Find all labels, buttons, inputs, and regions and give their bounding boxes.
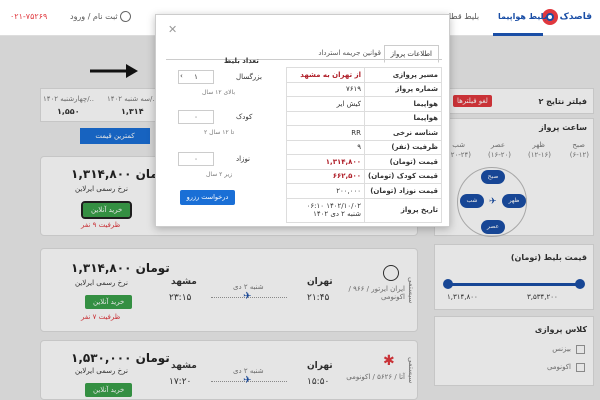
info-value: از تهران به مشهد (286, 67, 365, 83)
flight-info-table: از تهران به مشهد مسیر پروازی ۷۶۱۹ شماره پرو… (286, 67, 442, 223)
info-value: ۹ (286, 139, 365, 155)
info-row: RR شناسه نرخی (286, 125, 442, 141)
tab-refund-rules[interactable]: قوانین جریمه استرداد (318, 49, 381, 57)
info-label: قیمت کودک (تومان) (364, 168, 442, 184)
info-value: ۱,۳۱۴,۸۰۰ (286, 154, 365, 170)
info-label: هواپیما (364, 96, 442, 112)
info-value (286, 110, 365, 126)
info-row: ۹ ظرفیت (نفر) (286, 139, 442, 155)
info-label: شناسه نرخی (364, 125, 442, 141)
ticket-count-title: تعداد بلیط (224, 57, 259, 65)
support-phone: ۰۲۱-۷۵۲۶۹ (10, 12, 48, 21)
info-row: کیش ایر هواپیما (286, 96, 442, 112)
logo-text: قاصدک (559, 12, 592, 22)
info-row: ۷۶۱۹ شماره پرواز (286, 81, 442, 97)
chevron-down-icon: ‹ (180, 72, 183, 80)
info-label: قیمت (تومان) (364, 154, 442, 170)
info-label: مسیر پروازی (364, 67, 442, 83)
infant-count-select[interactable]: ۰ (178, 152, 214, 166)
info-value: کیش ایر (286, 96, 365, 112)
flight-date-label: تاریخ پرواز (364, 197, 442, 223)
flight-details-modal: ✕ اطلاعات پرواز قوانین جریمه استرداد از … (155, 14, 450, 227)
info-row: ۱,۳۱۴,۸۰۰ قیمت (تومان) (286, 154, 442, 170)
info-value: ۷۶۱۹ (286, 81, 365, 97)
login-link[interactable]: ثبت نام / ورود (70, 12, 118, 21)
child-age-range: ۲ تا ۱۲ سال (204, 129, 235, 136)
info-label: شماره پرواز (364, 81, 442, 97)
info-row-date: ۰۶:۱۰ ۱۴۰۲/۱۰/۰۲ شنبه ۲ دی ۱۴۰۲ تاریخ پروا… (286, 197, 442, 223)
info-value: ۲۰۰,۰۰۰ (286, 183, 365, 199)
adult-count-select[interactable]: ۱ (178, 70, 214, 84)
infant-label: نوزاد (236, 155, 251, 163)
tab-flight-info[interactable]: اطلاعات پرواز (383, 45, 439, 63)
info-value: ۶۶۲,۵۰۰ (286, 168, 365, 184)
info-row: از تهران به مشهد مسیر پروازی (286, 67, 442, 83)
flight-datetime: ۰۶:۱۰ ۱۴۰۲/۱۰/۰۲ (306, 202, 361, 210)
adult-label: بزرگسال (236, 73, 262, 81)
info-value: RR (286, 125, 365, 141)
info-label: هواپیما (364, 110, 442, 126)
infant-age-range: زیر ۲ سال (206, 171, 233, 178)
info-row: ۶۶۲,۵۰۰ قیمت کودک (تومان) (286, 168, 442, 184)
info-label: ظرفیت (نفر) (364, 139, 442, 155)
nav-train[interactable]: بلیط قطار (445, 12, 479, 21)
flight-date-text: شنبه ۲ دی ۱۴۰۲ (313, 210, 361, 218)
info-row: ۲۰۰,۰۰۰ قیمت نوزاد (تومان) (286, 183, 442, 199)
info-row: هواپیما (286, 110, 442, 126)
flight-date-value: ۰۶:۱۰ ۱۴۰۲/۱۰/۰۲ شنبه ۲ دی ۱۴۰۲ (286, 197, 365, 223)
close-icon[interactable]: ✕ (168, 23, 177, 36)
child-label: کودک (236, 113, 253, 121)
info-label: قیمت نوزاد (تومان) (364, 183, 442, 199)
child-count-select[interactable]: ۰ (178, 110, 214, 124)
user-icon (120, 11, 131, 22)
nav-flight[interactable]: بلیط هواپیما (498, 12, 547, 21)
arrow-right-icon (90, 64, 138, 78)
site-logo[interactable]: قاصدک (542, 9, 592, 27)
reserve-request-button[interactable]: درخواست رزرو (180, 190, 235, 205)
adult-age-range: بالای ۱۲ سال (202, 89, 236, 96)
